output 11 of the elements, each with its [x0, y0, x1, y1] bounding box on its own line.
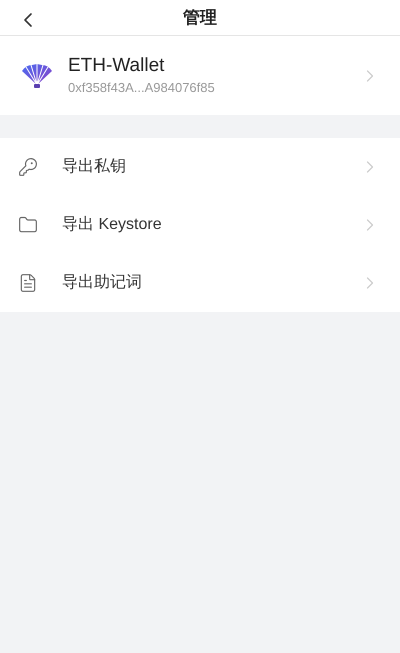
wallet-address: 0xf358f43A...A984076f85 [68, 78, 216, 97]
menu-label: 导出私钥 [62, 156, 127, 177]
menu-label: 导出 Keystore [62, 214, 163, 235]
document-icon [18, 273, 38, 293]
page-title: 管理 [183, 6, 217, 29]
wallet-row[interactable]: ETH-Wallet 0xf358f43A...A984076f85 [0, 36, 400, 115]
key-icon [18, 157, 38, 177]
menu-label: 导出助记词 [62, 272, 143, 293]
wallet-name: ETH-Wallet [68, 54, 166, 78]
shell-icon [20, 62, 54, 88]
folder-icon [18, 215, 38, 235]
